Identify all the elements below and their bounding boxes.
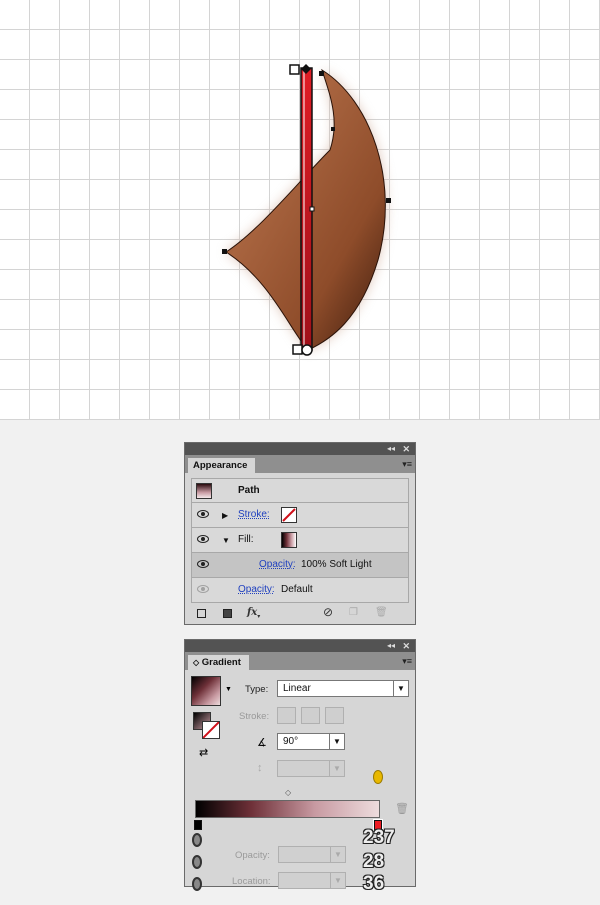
fill-swatch[interactable] (281, 532, 297, 548)
anchor-point-right[interactable] (386, 198, 391, 203)
eye-icon[interactable] (197, 510, 209, 518)
delete-stop-icon: 🗑 (395, 803, 409, 815)
gradient-panel: ◂◂ ✕ ◇ Gradient ▾≡ ▼ ⇄ Type: Linear ▼ Str… (184, 639, 416, 894)
color-value-red: 237 (363, 827, 395, 848)
stroke-across-button (325, 707, 344, 724)
anchor-point-left[interactable] (222, 249, 227, 254)
fill-opacity-value: 100% Soft Light (301, 559, 372, 570)
fill-opacity-label[interactable]: Opacity: (259, 559, 296, 571)
stroke-swatch[interactable] (281, 507, 297, 523)
chevron-down-icon: ▼ (330, 847, 345, 862)
anchor-point-top[interactable] (319, 71, 324, 76)
object-name: Path (238, 485, 260, 496)
fx-icon[interactable]: fx▾ (247, 607, 260, 620)
type-select[interactable]: Linear ▼ (277, 680, 409, 697)
object-thumbnail (196, 483, 212, 499)
color-value-green: 28 (363, 851, 385, 872)
eye-icon[interactable] (197, 585, 209, 593)
type-label: Type: (245, 684, 269, 695)
stroke-within-button (277, 707, 296, 724)
duplicate-item-icon: ❐ (349, 607, 358, 618)
fill-row[interactable]: ▼ Fill: (191, 528, 409, 553)
fill-label: Fill: (238, 534, 254, 545)
reverse-gradient-icon[interactable]: ⇄ (199, 746, 208, 759)
opacity-select: ▼ (278, 846, 346, 863)
trash-icon: 🗑 (375, 607, 388, 618)
stroke-label: Stroke: (239, 711, 270, 722)
collapse-icon[interactable]: ◂◂ (387, 640, 395, 652)
gradient-stop-left[interactable] (194, 820, 202, 830)
collapse-icon[interactable]: ◂◂ (387, 443, 395, 455)
chevron-down-icon: ▼ (330, 873, 345, 888)
warning-icon (373, 770, 383, 784)
artwork (222, 64, 391, 356)
stroke-label[interactable]: Stroke: (238, 509, 270, 521)
zero-badge-icon (192, 855, 202, 869)
aspect-ratio-icon: ↕ (257, 762, 263, 774)
stroke-box-icon[interactable] (202, 721, 220, 739)
add-fill-icon[interactable] (223, 609, 232, 618)
opacity-label: Opacity: (235, 850, 270, 861)
artboard-canvas[interactable] (0, 0, 600, 420)
zero-badge-icon (192, 877, 202, 891)
sort-arrows-icon: ◇ (193, 658, 200, 667)
expand-triangle-icon[interactable]: ▶ (222, 510, 228, 522)
tab-gradient-label: Gradient (201, 657, 241, 668)
annotator-handle-top[interactable] (289, 64, 300, 75)
chevron-down-icon[interactable]: ▼ (329, 734, 344, 749)
close-icon[interactable]: ✕ (402, 443, 410, 455)
opacity-label[interactable]: Opacity: (238, 584, 275, 596)
panel-menu-icon[interactable]: ▾≡ (402, 457, 412, 471)
location-select: ▼ (278, 872, 346, 889)
add-stroke-icon[interactable] (197, 609, 206, 618)
anchor-point-mid[interactable] (309, 206, 315, 212)
appearance-object-row[interactable]: Path (191, 478, 409, 503)
angle-value: 90° (283, 736, 299, 747)
opacity-value: Default (281, 584, 313, 595)
midpoint-diamond[interactable]: ◇ (285, 788, 291, 797)
anchor-point-inner[interactable] (331, 127, 335, 131)
angle-icon: ∡ (257, 737, 267, 749)
zero-badge-icon (192, 833, 202, 847)
collapse-triangle-icon[interactable]: ▼ (222, 535, 230, 547)
panel-titlebar[interactable]: ◂◂ ✕ (185, 640, 415, 652)
chevron-down-icon[interactable]: ▼ (225, 686, 232, 693)
stroke-along-button (301, 707, 320, 724)
panel-menu-icon[interactable]: ▾≡ (402, 654, 412, 668)
chevron-down-icon[interactable]: ▼ (393, 681, 408, 696)
panel-titlebar[interactable]: ◂◂ ✕ (185, 443, 415, 455)
color-value-blue: 36 (363, 873, 385, 894)
aspect-ratio-select: ▼ (277, 760, 345, 777)
appearance-panel: ◂◂ ✕ Appearance ▾≡ Path ▶ Stroke: ▼ Fill… (184, 442, 416, 625)
tab-appearance[interactable]: Appearance (188, 458, 256, 473)
gradient-preview-swatch[interactable] (191, 676, 221, 706)
fill-opacity-row[interactable]: Opacity: 100% Soft Light (191, 553, 409, 578)
opacity-row[interactable]: Opacity: Default (191, 578, 409, 603)
eye-icon[interactable] (197, 535, 209, 543)
type-value: Linear (283, 683, 311, 694)
annotator-handle-bottom[interactable] (292, 344, 303, 355)
stroke-row[interactable]: ▶ Stroke: (191, 503, 409, 528)
angle-select[interactable]: 90° ▼ (277, 733, 345, 750)
eye-icon[interactable] (197, 560, 209, 568)
gradient-slider[interactable] (195, 800, 380, 818)
tab-gradient[interactable]: ◇ Gradient (188, 655, 249, 670)
location-label: Location: (232, 876, 271, 887)
annotator-endpoint[interactable] (301, 344, 313, 356)
chevron-down-icon: ▼ (329, 761, 344, 776)
clear-appearance-icon[interactable]: ⊘ (323, 605, 333, 619)
close-icon[interactable]: ✕ (402, 640, 410, 652)
